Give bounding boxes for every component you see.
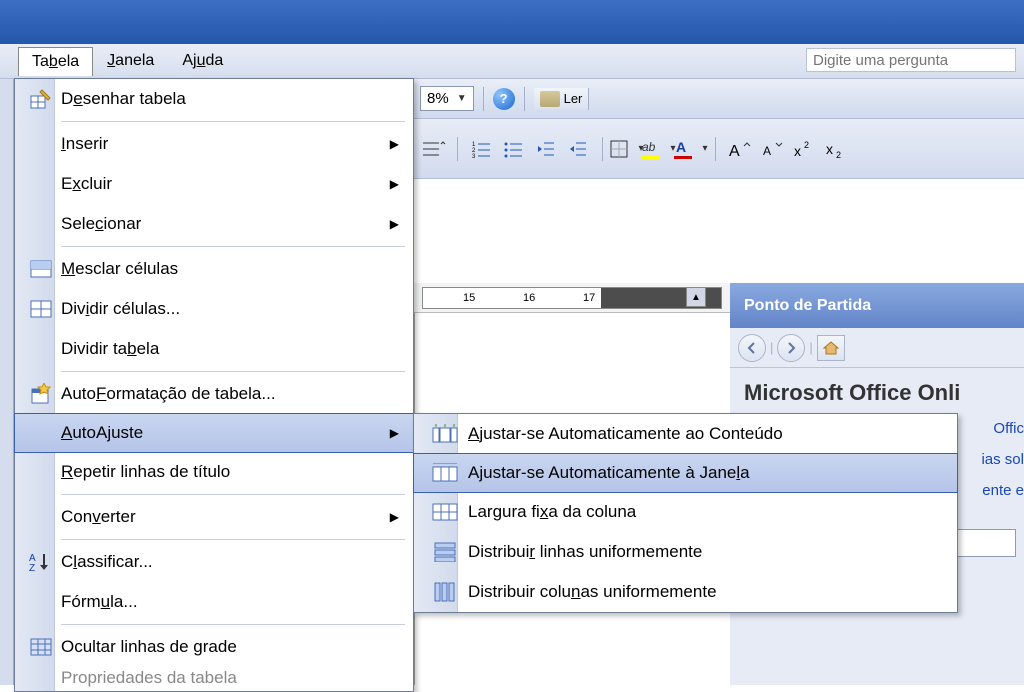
chevron-down-icon: ▾ xyxy=(702,143,707,154)
draw-table-icon xyxy=(30,88,52,110)
separator xyxy=(715,137,716,161)
ruler-area: 15 16 17 ▲ xyxy=(414,283,730,313)
menu-janela[interactable]: Janela xyxy=(93,46,168,76)
menu-autoajuste[interactable]: AutoAjuste ▶ xyxy=(14,413,414,453)
chevron-right-icon: ▶ xyxy=(390,177,399,191)
menu-inserir[interactable]: Inserir ▶ xyxy=(15,124,413,164)
sort-icon: AZ xyxy=(29,552,53,572)
decrease-indent-icon[interactable] xyxy=(533,136,559,162)
tabela-dropdown: Desenhar tabela Inserir ▶ Excluir ▶ Sele… xyxy=(14,78,414,692)
submenu-largura-fixa[interactable]: Largura fixa da coluna xyxy=(414,492,957,532)
highlight-icon[interactable]: ab ▾ xyxy=(646,136,672,162)
distribute-rows-icon xyxy=(434,542,456,562)
merge-cells-icon xyxy=(30,260,52,278)
side-strip xyxy=(0,79,14,685)
help-search-input[interactable] xyxy=(806,48,1016,72)
shrink-font-icon[interactable]: A xyxy=(759,136,785,162)
taskpane-header[interactable]: Ponto de Partida xyxy=(730,283,1024,328)
svg-text:A: A xyxy=(763,144,771,158)
menu-dividir-tabela[interactable]: Dividir tabela xyxy=(15,329,413,369)
subscript-icon[interactable]: x2 xyxy=(823,136,849,162)
autofit-content-icon xyxy=(432,424,458,444)
submenu-ajustar-conteudo[interactable]: Ajustar-se Automaticamente ao Conteúdo xyxy=(414,414,957,454)
svg-text:2: 2 xyxy=(804,140,809,150)
menu-tabela[interactable]: Tabela xyxy=(18,47,93,76)
zoom-combo[interactable]: 8% ▼ xyxy=(420,86,474,111)
chevron-right-icon: ▶ xyxy=(390,510,399,524)
svg-text:2: 2 xyxy=(836,150,841,160)
increase-indent-icon[interactable] xyxy=(565,136,591,162)
borders-icon[interactable]: ▾ xyxy=(614,136,640,162)
svg-text:A: A xyxy=(729,143,740,160)
svg-text:x: x xyxy=(826,141,833,157)
menu-selecionar[interactable]: Selecionar ▶ xyxy=(15,204,413,244)
autofit-window-icon xyxy=(432,463,458,483)
fixed-width-icon xyxy=(432,502,458,522)
menu-propriedades[interactable]: Propriedades da tabela xyxy=(15,667,413,689)
numbered-list-icon[interactable]: 123 xyxy=(469,136,495,162)
distribute-cols-icon xyxy=(434,582,456,602)
menu-ocultar-grade[interactable]: Ocultar linhas de grade xyxy=(15,627,413,667)
menu-ajuda[interactable]: Ajuda xyxy=(168,46,237,76)
chevron-right-icon: ▶ xyxy=(390,217,399,231)
menu-dividir-celulas[interactable]: Dividir células... xyxy=(15,289,413,329)
chevron-down-icon: ▼ xyxy=(457,93,467,104)
separator xyxy=(524,87,525,111)
menu-bar: Tabela Janela Ajuda xyxy=(0,44,1024,79)
ruler-tick: 15 xyxy=(463,292,475,304)
submenu-ajustar-janela[interactable]: Ajustar-se Automaticamente à Janela xyxy=(413,453,958,493)
separator xyxy=(602,137,603,161)
svg-text:x: x xyxy=(794,143,801,159)
back-button[interactable] xyxy=(738,334,766,362)
menu-converter[interactable]: Converter ▶ xyxy=(15,497,413,537)
taskpane-nav: | | xyxy=(730,328,1024,368)
chevron-right-icon: ▶ xyxy=(390,137,399,151)
autoajuste-submenu: Ajustar-se Automaticamente ao Conteúdo A… xyxy=(413,413,958,613)
superscript-icon[interactable]: x2 xyxy=(791,136,817,162)
menu-mesclar[interactable]: Mesclar células xyxy=(15,249,413,289)
title-bar xyxy=(0,0,1024,44)
split-cells-icon xyxy=(30,300,52,318)
taskpane-title-label: Ponto de Partida xyxy=(744,297,871,315)
grow-font-icon[interactable]: A xyxy=(727,136,753,162)
bullet-list-icon[interactable] xyxy=(501,136,527,162)
svg-text:A: A xyxy=(676,139,686,155)
ruler-tick: 16 xyxy=(523,292,535,304)
menu-repetir-linhas[interactable]: Repetir linhas de título xyxy=(15,452,413,492)
separator xyxy=(483,87,484,111)
ler-label: Ler xyxy=(564,91,583,106)
menu-desenhar-tabela[interactable]: Desenhar tabela xyxy=(15,79,413,119)
menu-autoformatacao[interactable]: AutoFormatação de tabela... xyxy=(15,374,413,414)
separator xyxy=(457,137,458,161)
linespacing-icon[interactable] xyxy=(420,136,446,162)
svg-text:Z: Z xyxy=(29,563,35,572)
forward-button[interactable] xyxy=(777,334,805,362)
home-button[interactable] xyxy=(817,335,845,361)
chevron-right-icon: ▶ xyxy=(390,426,399,440)
horizontal-ruler[interactable]: 15 16 17 xyxy=(422,287,722,309)
scroll-up-button[interactable]: ▲ xyxy=(686,287,706,307)
menu-classificar[interactable]: AZ Classificar... xyxy=(15,542,413,582)
svg-text:3: 3 xyxy=(472,154,476,160)
menu-excluir[interactable]: Excluir ▶ xyxy=(15,164,413,204)
gridlines-icon xyxy=(30,638,52,656)
submenu-distribuir-colunas[interactable]: Distribuir colunas uniformemente xyxy=(414,572,957,612)
zoom-value: 8% xyxy=(427,90,449,107)
menu-formula[interactable]: Fórmula... xyxy=(15,582,413,622)
submenu-distribuir-linhas[interactable]: Distribuir linhas uniformemente xyxy=(414,532,957,572)
reading-mode-button[interactable]: Ler xyxy=(534,88,590,110)
svg-text:ab: ab xyxy=(642,140,656,154)
autoformat-icon xyxy=(30,383,52,405)
taskpane-heading: Microsoft Office Onli xyxy=(744,380,1024,406)
font-color-icon[interactable]: A ▾ xyxy=(678,136,704,162)
ruler-tick: 17 xyxy=(583,292,595,304)
book-icon xyxy=(540,91,560,107)
help-icon[interactable]: ? xyxy=(493,88,515,110)
